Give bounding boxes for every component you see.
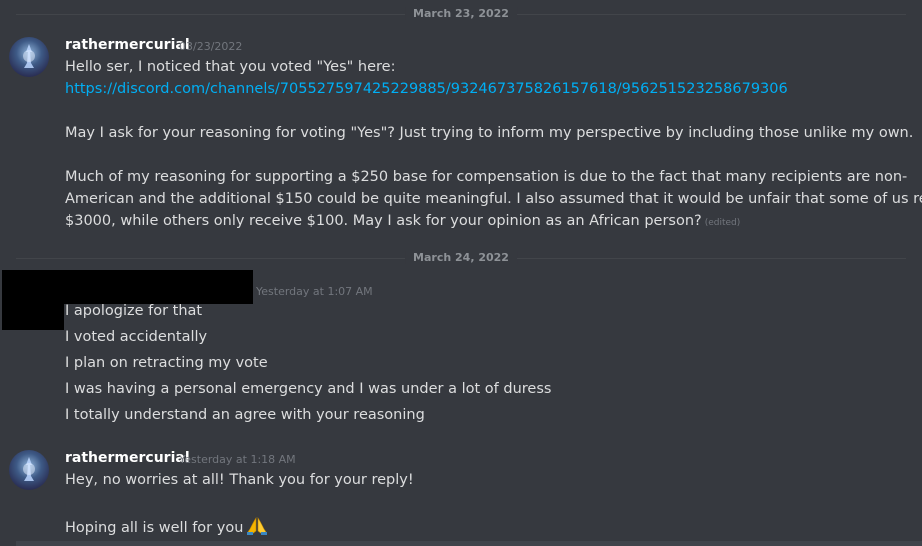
message-text: Hey, no worries at all! Thank you for yo…: [65, 472, 414, 488]
edited-label: (edited): [704, 218, 741, 228]
message-text: I plan on retracting my vote: [65, 355, 268, 371]
message-input-bar[interactable]: [16, 541, 922, 546]
message-text: Hello ser, I noticed that you voted "Yes…: [65, 59, 396, 75]
avatar[interactable]: [9, 37, 49, 77]
message-text: Hoping all is well for you: [65, 520, 244, 536]
redacted-username: [58, 270, 253, 304]
message-text: I was having a personal emergency and I …: [65, 381, 552, 397]
message-link-line: https://discord.com/channels/70552759742…: [65, 81, 788, 97]
message-timestamp: Yesterday at 1:18 AM: [179, 453, 296, 466]
avatar[interactable]: [9, 450, 49, 490]
message-text: I apologize for that: [65, 303, 203, 319]
username[interactable]: rathermercurial: [65, 450, 190, 466]
message-text: $3000, while others only receive $100. M…: [65, 213, 702, 229]
message-text-last: Hoping all is well for you: [65, 516, 268, 540]
avatar-image-icon: [23, 44, 35, 68]
username[interactable]: rathermercurial: [65, 37, 190, 53]
message-text: I voted accidentally: [65, 329, 208, 345]
date-divider: March 24, 2022: [0, 249, 922, 269]
message-timestamp: Yesterday at 1:07 AM: [256, 285, 373, 298]
divider-label: March 23, 2022: [405, 7, 517, 20]
message-timestamp: 03/23/2022: [179, 40, 243, 53]
date-divider: March 23, 2022: [0, 5, 922, 25]
redacted-avatar: [2, 270, 64, 330]
message-text-last: $3000, while others only receive $100. M…: [65, 213, 740, 229]
divider-label: March 24, 2022: [405, 251, 517, 264]
message-text: May I ask for your reasoning for voting …: [65, 125, 914, 141]
folded-hands-icon: [246, 516, 268, 540]
message-text: I totally understand an agree with your …: [65, 407, 425, 423]
avatar-image-icon: [23, 457, 35, 481]
message-link[interactable]: https://discord.com/channels/70552759742…: [65, 81, 788, 97]
message-text: Much of my reasoning for supporting a $2…: [65, 169, 908, 185]
message-text: American and the additional $150 could b…: [65, 191, 922, 207]
